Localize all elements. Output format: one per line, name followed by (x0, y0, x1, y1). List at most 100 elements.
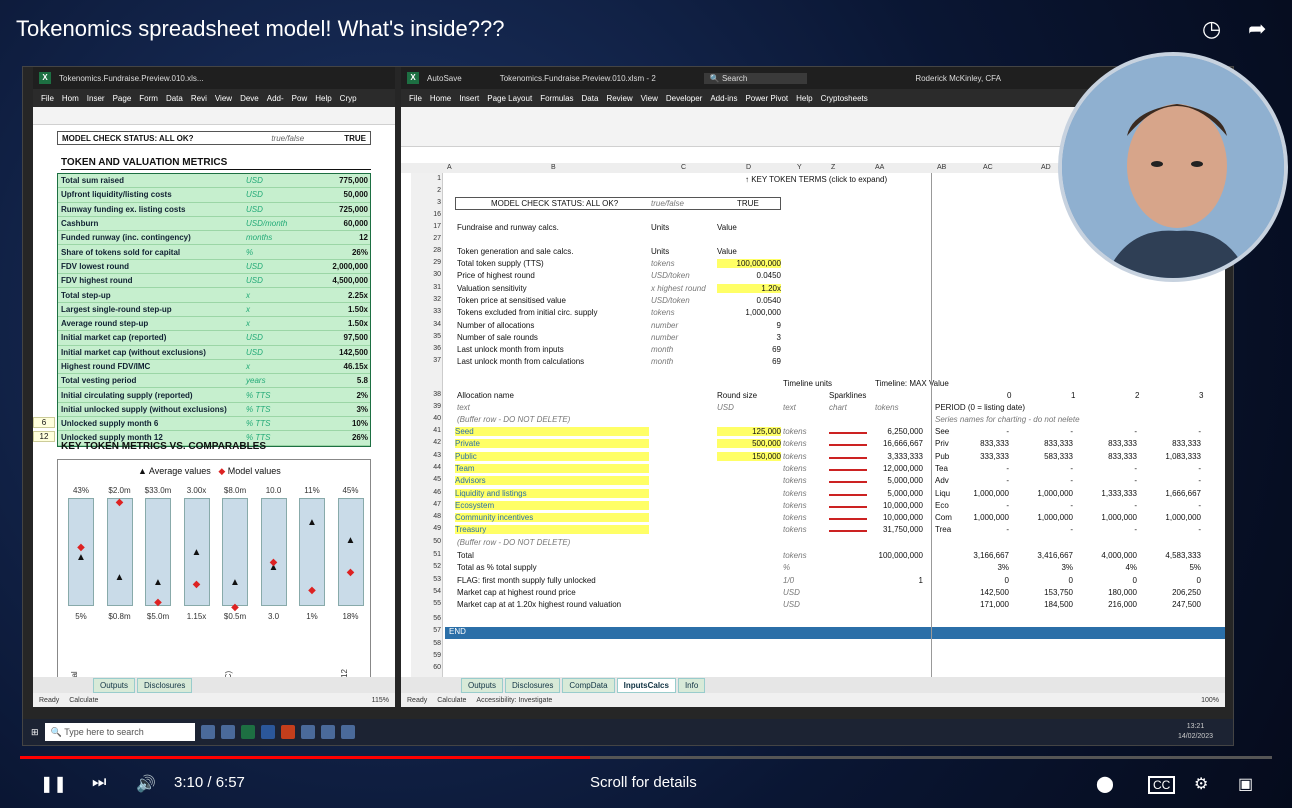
column-header[interactable]: AA (875, 164, 884, 171)
share-icon[interactable]: ➦ (1248, 16, 1266, 42)
menu-item[interactable]: Cryptosheets (821, 94, 868, 103)
series-name: Adv (935, 476, 949, 486)
captions-icon[interactable]: CC (1148, 776, 1176, 794)
metric-unit: % TTS (246, 390, 271, 400)
menu-item[interactable]: Form (139, 94, 158, 103)
next-icon[interactable]: ⏭ (92, 774, 106, 792)
taskbar-clock[interactable]: 13:21 14/02/2023 (1178, 722, 1213, 742)
menu-item[interactable]: Help (315, 94, 331, 103)
menu-item[interactable]: Pow (292, 94, 308, 103)
menu-item[interactable]: Hom (62, 94, 79, 103)
sheet-tab[interactable]: Outputs (461, 677, 504, 693)
app-icon[interactable] (340, 725, 355, 739)
settings-icon[interactable]: ⚙ (1194, 774, 1208, 794)
app-icon[interactable] (200, 725, 215, 739)
menu-item[interactable]: Deve (240, 94, 259, 103)
menu-item[interactable]: Power Pivot (745, 94, 788, 103)
column-header[interactable]: Y (797, 164, 802, 171)
chart-range-bar (337, 498, 364, 606)
cell: FLAG: first month supply fully unlocked (457, 575, 596, 585)
sparkline (829, 481, 867, 484)
sheet-tab[interactable]: Info (677, 677, 706, 693)
column-header[interactable]: B (551, 164, 556, 171)
chart-range-bar (260, 498, 287, 606)
column-header[interactable]: Z (831, 164, 835, 171)
menu-item[interactable]: Cryp (340, 94, 357, 103)
period-value: - (1198, 525, 1201, 535)
windows-start-icon[interactable]: ⊞ (31, 727, 39, 738)
menu-item[interactable]: File (41, 94, 54, 103)
menu-item[interactable]: File (409, 94, 422, 103)
app-icon[interactable] (220, 725, 235, 739)
sheet-outputs[interactable]: MODEL CHECK STATUS: ALL OK? true/false TRU… (33, 125, 395, 677)
search-box[interactable]: 🔍 Search (703, 72, 808, 84)
menu-item[interactable]: Formulas (540, 94, 573, 103)
sheet-tab[interactable]: InputsCalcs (616, 677, 676, 693)
excel-taskbar-icon[interactable] (240, 725, 255, 739)
menu-item[interactable]: Data (582, 94, 599, 103)
autosave-toggle[interactable]: AutoSave (427, 74, 462, 83)
powerpoint-taskbar-icon[interactable] (280, 725, 295, 739)
menu-item[interactable]: Page (113, 94, 132, 103)
period-value: - (1006, 476, 1009, 486)
metric-value: 2,000,000 (332, 261, 368, 271)
menu-item[interactable]: Add- (267, 94, 284, 103)
cell: Number of sale rounds (457, 332, 538, 342)
autoplay-toggle[interactable]: ⬤ (1096, 774, 1114, 794)
row-number: 32 (433, 295, 441, 303)
menu-item[interactable]: Page Layout (487, 94, 532, 103)
sheet-tab[interactable]: CompData (562, 677, 615, 693)
taskbar-search[interactable]: 🔍 Type here to search (44, 723, 195, 741)
column-header[interactable]: AB (937, 164, 946, 171)
unit: tokens (783, 488, 807, 498)
menu-item[interactable]: Data (166, 94, 183, 103)
sheet-tab[interactable]: Disclosures (137, 677, 193, 693)
row-number: 46 (433, 488, 441, 496)
word-taskbar-icon[interactable] (260, 725, 275, 739)
menu-item[interactable]: Review (606, 94, 632, 103)
menu-item[interactable]: Help (796, 94, 812, 103)
metric-row: FDV highest round USD 4,500,000 (58, 274, 370, 289)
unit: tokens (783, 500, 807, 510)
menu-item[interactable]: View (641, 94, 658, 103)
column-header[interactable]: AD (1041, 164, 1051, 171)
unit: tokens (651, 259, 675, 268)
unit: tokens (783, 427, 807, 436)
progress-bar[interactable] (20, 756, 1272, 759)
sheet-tab[interactable]: Outputs (93, 677, 136, 693)
column-header[interactable]: A (447, 164, 452, 171)
sheet-tab[interactable]: Disclosures (505, 677, 561, 693)
period-value: 833,333 (1172, 439, 1201, 449)
menu-item[interactable]: Home (430, 94, 451, 103)
menu-item[interactable]: Developer (666, 94, 702, 103)
app-icon[interactable] (300, 725, 315, 739)
sparkline (829, 505, 867, 508)
volume-icon[interactable]: 🔊 (136, 774, 156, 794)
menu-item[interactable]: Add-ins (710, 94, 737, 103)
scroll-hint[interactable]: Scroll for details (590, 774, 697, 791)
metric-row: Largest single-round step-up x 1.50x (58, 303, 370, 317)
average-marker: ▲ (307, 517, 317, 528)
column-header[interactable]: C (681, 164, 686, 171)
formula-bar[interactable] (33, 107, 395, 125)
app-icon[interactable] (320, 725, 335, 739)
period-value: - (1198, 427, 1201, 436)
metric-value: 97,500 (343, 333, 368, 343)
menu-item[interactable]: Inser (87, 94, 105, 103)
row-number: 3 (437, 199, 441, 206)
pause-icon[interactable]: ❚❚ (40, 774, 67, 794)
period-value: 1,000,000 (1165, 513, 1201, 523)
clock-icon[interactable]: ◷ (1202, 16, 1221, 42)
column-header[interactable]: AC (983, 164, 993, 171)
fullscreen-exit-icon[interactable]: ▣ (1238, 774, 1253, 794)
cell: PERIOD (0 = listing date) (935, 403, 1026, 412)
sparkline (829, 456, 867, 459)
row-number: 37 (433, 357, 441, 365)
menu-item[interactable]: Revi (191, 94, 207, 103)
period-value: 1,000,000 (1101, 513, 1137, 523)
menu-item[interactable]: View (215, 94, 232, 103)
metric-row: Upfront liquidity/listing costs USD 50,000 (58, 188, 370, 203)
period-value: - (1070, 525, 1073, 535)
column-header[interactable]: D (746, 164, 751, 171)
menu-item[interactable]: Insert (459, 94, 479, 103)
